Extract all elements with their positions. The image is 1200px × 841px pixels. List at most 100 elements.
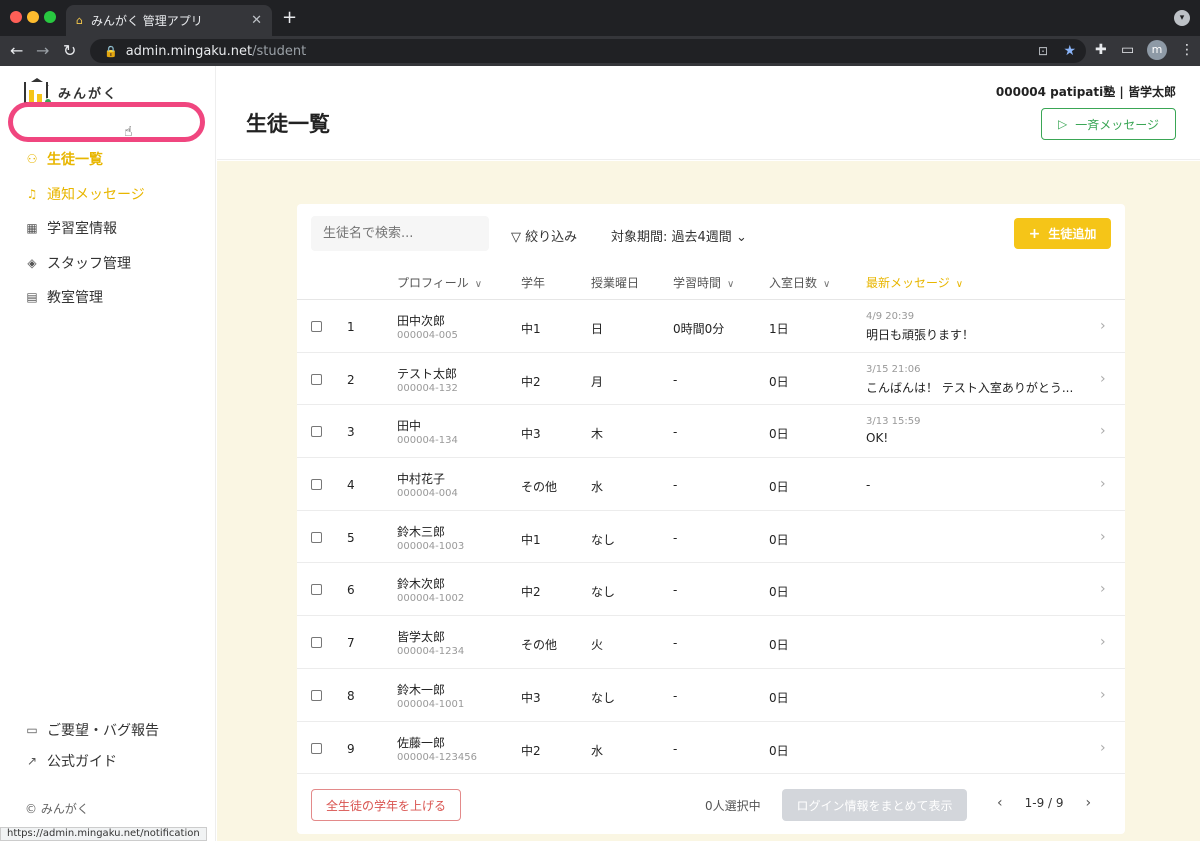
sidebar-item-study-room[interactable]: ▦ 学習室情報: [0, 211, 216, 246]
column-class-day: 授業曜日: [591, 274, 639, 291]
sidebar-item-classroom[interactable]: ▤ 教室管理: [0, 280, 216, 315]
chevron-right-icon[interactable]: ›: [1100, 687, 1106, 703]
chevron-right-icon[interactable]: ›: [1100, 581, 1106, 597]
address-bar[interactable]: 🔒 admin.mingaku.net/student ⊡ ★: [90, 39, 1086, 63]
search-input[interactable]: [311, 216, 489, 251]
external-link-icon: ↗: [26, 753, 38, 768]
chevron-right-icon[interactable]: ›: [1100, 740, 1106, 756]
cast-icon[interactable]: ▭: [1121, 42, 1134, 58]
study-time: -: [673, 583, 678, 598]
chevron-right-icon[interactable]: ›: [1100, 476, 1106, 492]
reload-icon[interactable]: ↻: [63, 41, 76, 60]
column-study-time[interactable]: 学習時間 ∨: [673, 274, 734, 291]
row-checkbox[interactable]: [311, 637, 322, 649]
entry-days: 0日: [769, 743, 789, 758]
latest-message: こんばんは！ テスト入室ありがとう...: [866, 380, 1074, 395]
entry-days: 0日: [769, 480, 789, 495]
sidebar-item-guide[interactable]: ↗ 公式ガイド: [0, 745, 216, 776]
plus-icon: +: [1028, 225, 1041, 242]
browser-menu-icon[interactable]: ⋮: [1180, 42, 1194, 58]
entry-days: 0日: [769, 427, 789, 442]
student-id: 000004-132: [397, 382, 458, 394]
row-checkbox[interactable]: [311, 426, 322, 438]
student-grade: その他: [521, 638, 558, 653]
row-checkbox[interactable]: [311, 531, 322, 543]
chevron-down-icon: ∨: [823, 279, 831, 290]
table-row[interactable]: 5 鈴木三郎 000004-1003 中1 なし - 0日 ›: [297, 511, 1125, 564]
new-tab-button[interactable]: +: [282, 7, 297, 28]
column-latest-message[interactable]: 最新メッセージ ∨: [866, 274, 963, 291]
table-row[interactable]: 2 テスト太郎 000004-132 中2 月 - 0日 3/15 21:06 …: [297, 353, 1125, 406]
install-icon[interactable]: ⊡: [1038, 44, 1048, 58]
back-icon[interactable]: ←: [10, 41, 23, 60]
student-name: テスト太郎: [397, 366, 458, 381]
table-row[interactable]: 6 鈴木次郎 000004-1002 中2 なし - 0日 ›: [297, 563, 1125, 617]
row-checkbox[interactable]: [311, 742, 322, 754]
filter-button[interactable]: ▽ 絞り込み: [511, 226, 577, 245]
show-login-info-button[interactable]: ログイン情報をまとめて表示: [782, 789, 967, 821]
copyright: © みんがく: [25, 802, 89, 816]
profile-avatar[interactable]: m: [1147, 40, 1167, 60]
page-header: 生徒一覧 000004 patipati塾 | 皆学太郎 ▷ 一斉メッセージ: [217, 66, 1200, 160]
chevron-right-icon[interactable]: ›: [1100, 318, 1106, 334]
tab-search-icon[interactable]: ▾: [1174, 10, 1190, 26]
chevron-right-icon[interactable]: ›: [1100, 634, 1106, 650]
row-checkbox[interactable]: [311, 373, 322, 385]
row-checkbox[interactable]: [311, 689, 322, 701]
calendar-icon: ▦: [26, 221, 38, 236]
chevron-right-icon[interactable]: ›: [1100, 423, 1106, 439]
row-checkbox[interactable]: [311, 479, 322, 491]
prev-page-icon[interactable]: ‹: [997, 795, 1003, 811]
sidebar-item-students[interactable]: ⚇ 生徒一覧: [0, 142, 216, 177]
chevron-right-icon[interactable]: ›: [1100, 371, 1106, 387]
window-close-button[interactable]: [10, 11, 22, 23]
entry-days: 0日: [769, 585, 789, 600]
row-number: 3: [347, 425, 355, 440]
broadcast-label: 一斉メッセージ: [1075, 117, 1159, 132]
sidebar-item-notifications[interactable]: ♫ 通知メッセージ: [0, 177, 216, 212]
period-label: 対象期間: 過去4週間: [611, 230, 732, 245]
window-maximize-button[interactable]: [44, 11, 56, 23]
period-dropdown[interactable]: 対象期間: 過去4週間 ⌄: [611, 226, 747, 245]
class-day: なし: [591, 690, 616, 705]
entry-days: 1日: [769, 322, 789, 336]
column-label: 入室日数: [769, 276, 818, 290]
column-profile[interactable]: プロフィール ∨: [397, 274, 482, 291]
sidebar-menu: ⚇ 生徒一覧 ♫ 通知メッセージ ▦ 学習室情報 ◈ スタッフ管理 ▤ 教室管理: [0, 142, 216, 315]
browser-toolbar: ← → ↻ 🔒 admin.mingaku.net/student ⊡ ★ ✚ …: [0, 36, 1200, 66]
table-row[interactable]: 9 佐藤一郎 000004-123456 中2 水 - 0日 ›: [297, 722, 1125, 775]
student-name: 鈴木一郎: [397, 682, 446, 697]
class-day: 木: [591, 427, 604, 442]
table-row[interactable]: 1 田中次郎 000004-005 中1 日 0時間0分 1日 4/9 20:3…: [297, 300, 1125, 353]
sidebar-item-feedback[interactable]: ▭ ご要望・バグ報告: [0, 714, 216, 745]
student-id: 000004-134: [397, 435, 458, 447]
window-minimize-button[interactable]: [27, 11, 39, 23]
tab-close-icon[interactable]: ✕: [251, 13, 262, 28]
student-id: 000004-123456: [397, 751, 477, 763]
row-checkbox[interactable]: [311, 584, 322, 596]
column-entry-days[interactable]: 入室日数 ∨: [769, 274, 830, 291]
url-path: /student: [252, 43, 307, 59]
bookmark-star-icon[interactable]: ★: [1063, 43, 1076, 59]
chevron-right-icon[interactable]: ›: [1100, 529, 1106, 545]
add-student-button[interactable]: + 生徒追加: [1014, 218, 1111, 249]
extensions-icon[interactable]: ✚: [1095, 42, 1107, 58]
row-checkbox[interactable]: [311, 321, 322, 332]
sidebar-item-staff[interactable]: ◈ スタッフ管理: [0, 246, 216, 281]
class-day: 火: [591, 638, 604, 653]
forward-icon[interactable]: →: [36, 41, 49, 60]
message-time: 3/13 15:59: [866, 416, 921, 428]
table-row[interactable]: 3 田中 000004-134 中3 木 - 0日 3/13 15:59 OK!…: [297, 405, 1125, 459]
broadcast-message-button[interactable]: ▷ 一斉メッセージ: [1041, 108, 1176, 140]
table-row[interactable]: 7 皆学太郎 000004-1234 その他 火 - 0日 ›: [297, 616, 1125, 669]
entry-days: 0日: [769, 690, 789, 705]
people-icon: ⚇: [26, 152, 38, 167]
message-time: 3/15 21:06: [866, 363, 921, 375]
students-panel: ▽ 絞り込み 対象期間: 過去4週間 ⌄ + 生徒追加 プロフィール ∨ 学年 授…: [297, 204, 1125, 834]
browser-tab[interactable]: ⌂ みんがく 管理アプリ ✕: [66, 5, 272, 36]
next-page-icon[interactable]: ›: [1086, 795, 1092, 811]
raise-grade-button[interactable]: 全生徒の学年を上げる: [311, 789, 461, 821]
filter-icon: ▽: [511, 230, 521, 245]
table-row[interactable]: 8 鈴木一郎 000004-1001 中3 なし - 0日 ›: [297, 669, 1125, 722]
table-row[interactable]: 4 中村花子 000004-004 その他 水 - 0日 - ›: [297, 458, 1125, 511]
